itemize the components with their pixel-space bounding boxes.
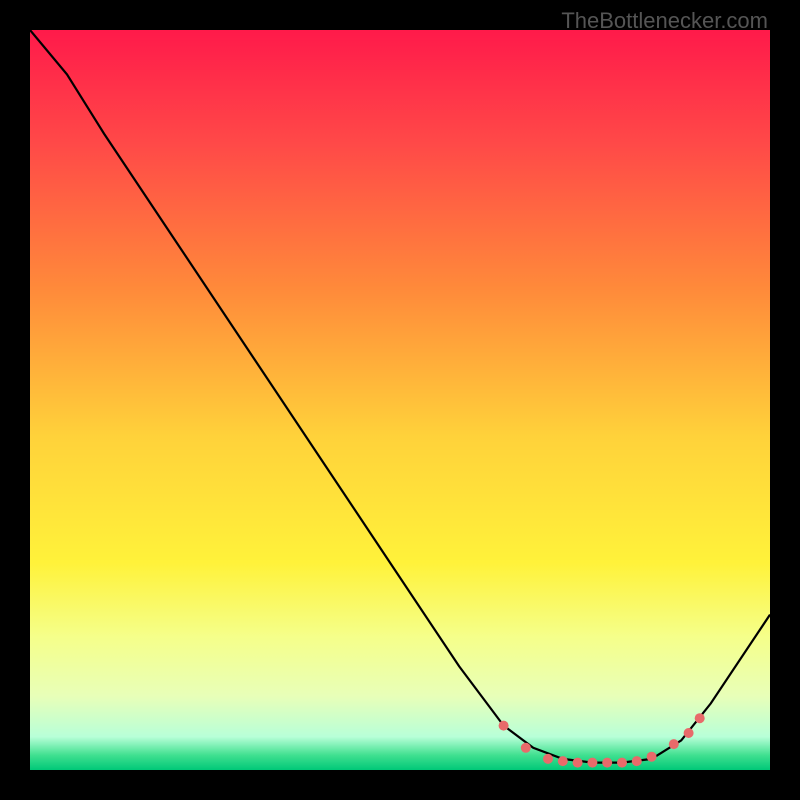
curve-marker: [521, 743, 531, 753]
curve-marker: [684, 728, 694, 738]
curve-marker: [558, 756, 568, 766]
curve-marker: [669, 739, 679, 749]
curve-marker: [573, 758, 583, 768]
curve-markers: [499, 713, 705, 767]
curve-marker: [587, 758, 597, 768]
watermark-text: TheBottlenecker.com: [561, 8, 768, 34]
curve-marker: [499, 721, 509, 731]
curve-marker: [647, 752, 657, 762]
bottleneck-curve: [30, 30, 770, 763]
curve-marker: [695, 713, 705, 723]
curve-marker: [617, 758, 627, 768]
curve-marker: [602, 758, 612, 768]
chart-svg: [30, 30, 770, 770]
curve-marker: [543, 754, 553, 764]
plot-area: [30, 30, 770, 770]
curve-marker: [632, 756, 642, 766]
